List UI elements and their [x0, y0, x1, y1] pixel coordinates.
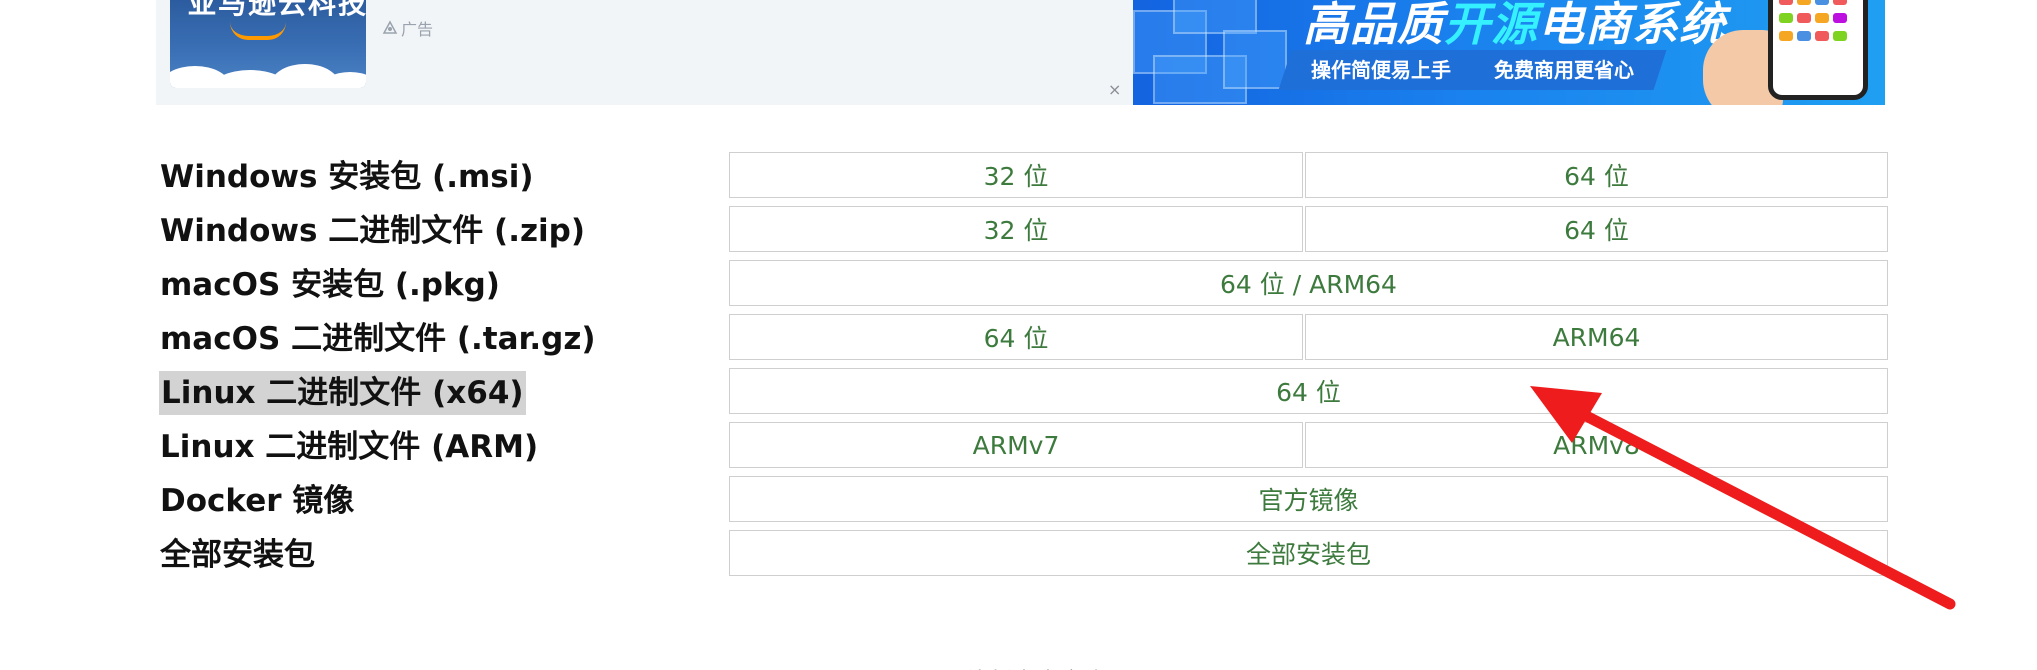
download-link-macos-pkg[interactable]: 64 位 / ARM64: [729, 260, 1888, 306]
ad-title: 高品质开源电商系统: [1303, 0, 1726, 51]
download-link-windows-msi-32[interactable]: 32 位: [729, 152, 1303, 198]
download-row-macos-pkg: macOS 安装包 (.pkg) 64 位 / ARM64: [0, 260, 2037, 310]
amazon-smile-logo: [230, 22, 286, 40]
ad-choices-icon: [382, 19, 398, 38]
ad-close-icon[interactable]: ×: [1108, 80, 1121, 99]
download-row-all: 全部安装包 全部安装包: [0, 530, 2037, 580]
download-link-all-packages[interactable]: 全部安装包: [729, 530, 1888, 576]
ad-label: 广告: [382, 16, 433, 40]
row-label: 全部安装包: [160, 537, 315, 573]
phone-image: [1768, 0, 1868, 100]
footer-partial-text: 其他版本未完全: [940, 662, 1108, 670]
row-label-selected: Linux 二进制文件 (x64): [159, 371, 526, 415]
ad-label-text: 广告: [401, 20, 434, 39]
download-link-macos-tar-64[interactable]: 64 位: [729, 314, 1303, 360]
row-label: Docker 镜像: [160, 483, 355, 519]
download-row-windows-zip: Windows 二进制文件 (.zip) 32 位 64 位: [0, 206, 2037, 256]
row-label: Windows 安装包 (.msi): [160, 159, 534, 195]
download-link-macos-tar-arm64[interactable]: ARM64: [1305, 314, 1888, 360]
download-link-linux-armv8[interactable]: ARMv8: [1305, 422, 1888, 468]
download-row-docker: Docker 镜像 官方镜像: [0, 476, 2037, 526]
download-link-windows-msi-64[interactable]: 64 位: [1305, 152, 1888, 198]
row-label: Windows 二进制文件 (.zip): [160, 213, 586, 249]
ad-pill-free: 免费商用更省心: [1461, 50, 1667, 90]
row-label: macOS 二进制文件 (.tar.gz): [160, 321, 596, 357]
download-row-windows-msi: Windows 安装包 (.msi) 32 位 64 位: [0, 152, 2037, 202]
download-row-linux-x64: Linux 二进制文件 (x64) 64 位: [0, 368, 2037, 418]
download-link-windows-zip-32[interactable]: 32 位: [729, 206, 1303, 252]
row-label: Linux 二进制文件 (ARM): [160, 429, 539, 465]
ad-banner-right[interactable]: 高品质开源电商系统 操作简便易上手 免费商用更省心: [1133, 0, 1885, 105]
row-label: macOS 安装包 (.pkg): [160, 267, 500, 303]
download-link-windows-zip-64[interactable]: 64 位: [1305, 206, 1888, 252]
download-link-docker-official[interactable]: 官方镜像: [729, 476, 1888, 522]
download-row-linux-arm: Linux 二进制文件 (ARM) ARMv7 ARMv8: [0, 422, 2037, 472]
ad-thumbnail-image[interactable]: 亚马逊云科技: [170, 0, 366, 88]
ad-thumbnail-text: 亚马逊云科技: [188, 0, 366, 20]
ad-banner-left[interactable]: 亚马逊云科技 广告 ×: [156, 0, 1141, 105]
download-link-linux-armv7[interactable]: ARMv7: [729, 422, 1303, 468]
download-link-linux-x64[interactable]: 64 位: [729, 368, 1888, 414]
ad-pill-easy: 操作简便易上手: [1278, 50, 1484, 90]
download-row-macos-tar: macOS 二进制文件 (.tar.gz) 64 位 ARM64: [0, 314, 2037, 364]
